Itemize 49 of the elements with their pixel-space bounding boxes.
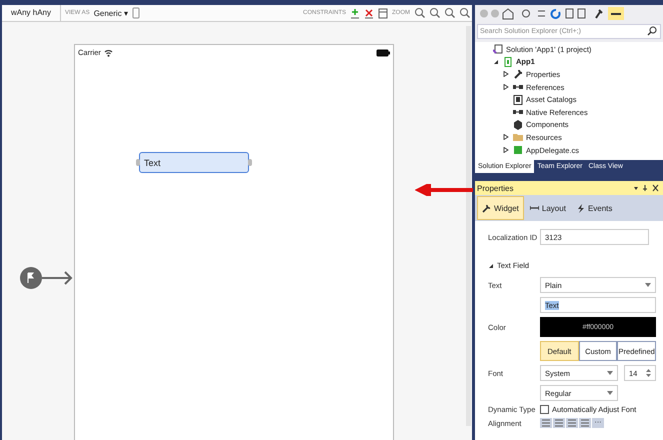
align-icon[interactable] <box>553 418 565 428</box>
view-as-dropdown[interactable]: Generic ▾ <box>94 8 128 18</box>
wrench-icon <box>513 69 523 80</box>
bolt-icon <box>576 204 585 212</box>
panel-title: Properties <box>477 184 514 192</box>
stepper-arrows-icon <box>646 368 651 378</box>
expander-icon[interactable] <box>503 71 509 78</box>
zoom-icon[interactable] <box>459 7 470 19</box>
component-icon <box>513 120 523 130</box>
entry-point-arrow-icon[interactable] <box>19 265 73 291</box>
size-class-label[interactable]: wAny hAny <box>2 5 61 21</box>
device-icon[interactable] <box>132 7 140 19</box>
wrench-icon <box>482 204 491 212</box>
zoom-icon[interactable] <box>444 7 455 19</box>
expander-icon[interactable] <box>503 84 509 90</box>
zoom-icon[interactable] <box>429 7 440 19</box>
expander-icon[interactable] <box>503 134 509 140</box>
properties-tab[interactable]: Layout <box>526 197 570 219</box>
wifi-icon <box>104 48 113 56</box>
catalog-icon <box>513 94 523 105</box>
remove-constraints-icon[interactable] <box>364 8 374 18</box>
caret-icon <box>645 283 651 287</box>
resize-handle[interactable] <box>136 159 140 166</box>
align-icon[interactable] <box>566 418 578 428</box>
scrollbar[interactable] <box>466 26 471 426</box>
text-field-widget[interactable]: Text <box>139 152 249 173</box>
expander-icon <box>488 262 494 268</box>
battery-icon <box>376 48 390 56</box>
resize-handle[interactable] <box>248 159 252 166</box>
zoom-icon[interactable] <box>414 7 425 19</box>
checkbox[interactable] <box>540 405 549 414</box>
layout-icon[interactable] <box>378 8 388 18</box>
properties-tab[interactable]: Widget <box>477 196 524 220</box>
window-controls-icon[interactable] <box>633 184 659 192</box>
file-icon <box>513 145 523 156</box>
align-icon[interactable] <box>579 418 591 428</box>
project-icon <box>503 56 513 67</box>
properties-tab[interactable]: Events <box>572 197 616 219</box>
search-icon <box>647 26 657 36</box>
solution-icon <box>493 44 503 54</box>
layout-icon <box>530 204 539 212</box>
expander-icon[interactable] <box>503 147 509 154</box>
expander-icon[interactable] <box>493 58 499 65</box>
caret-icon <box>607 371 613 375</box>
caret-icon <box>607 391 613 395</box>
add-constraints-icon[interactable] <box>350 8 360 18</box>
arrow-icon <box>415 184 475 196</box>
align-icon[interactable] <box>540 418 552 428</box>
folder-icon <box>513 132 523 142</box>
